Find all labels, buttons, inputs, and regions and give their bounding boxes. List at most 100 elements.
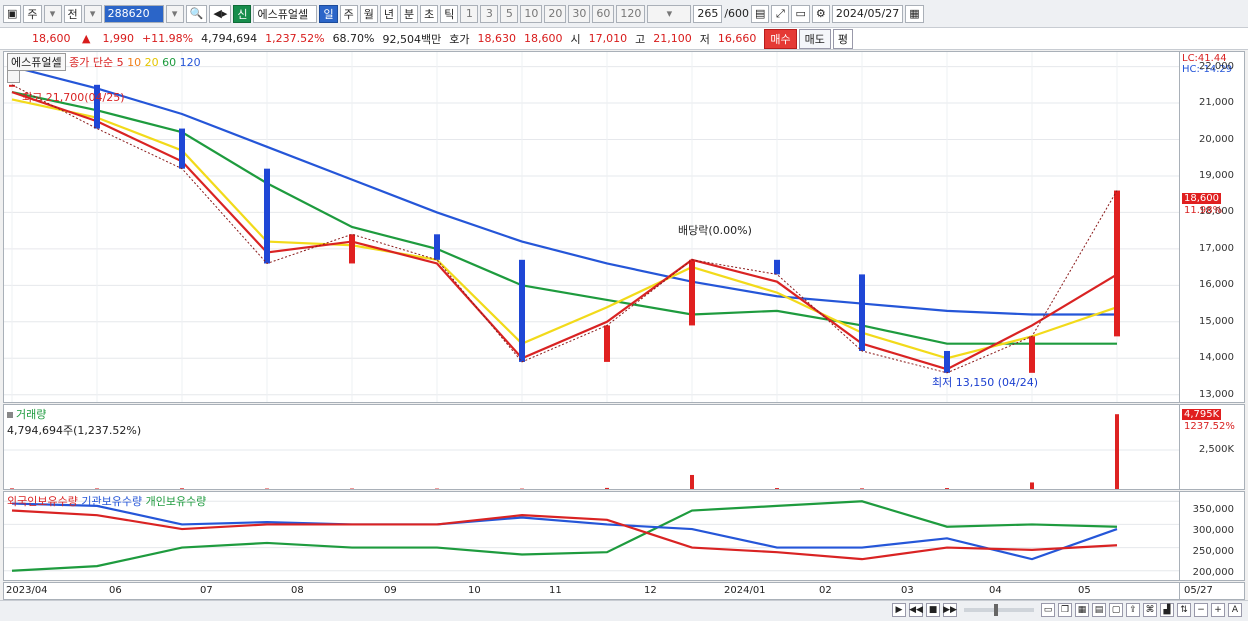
layout-icon[interactable]: ▦ (1075, 603, 1089, 617)
chart-nav: ▶ ◀◀ ■ ▶▶ ▭ ❐ ▦ ▤ ▢ ⇪ ⌘ ▟ ⇅ − + A (892, 603, 1242, 617)
buy-button[interactable]: 매수 (764, 28, 797, 49)
high-price: 21,100 (653, 32, 692, 45)
split-view-icon[interactable]: ▭ (1041, 603, 1055, 617)
xaxis-label: 10 (468, 585, 481, 596)
xaxis-label: 05 (1078, 585, 1091, 596)
volume-bar (860, 488, 864, 489)
period-day-tab[interactable]: 일 (319, 4, 338, 23)
period-year-tab[interactable]: 년 (379, 4, 398, 23)
volume-panel[interactable]: 거래량 4,794,694주(1,237.52%) (3, 404, 1180, 490)
price-candle (179, 128, 185, 169)
volume-legend: 거래량 4,794,694주(1,237.52%) (7, 406, 141, 438)
legend-ma10: 10 (127, 56, 142, 69)
price-candle (944, 350, 950, 373)
price-chart[interactable] (4, 52, 1179, 402)
low-price: 16,660 (717, 32, 757, 45)
ma-line-ma120 (11, 65, 1117, 316)
speaker-icon[interactable]: ◀▸ (209, 4, 232, 23)
chart-settings-icon[interactable]: ▣ (3, 4, 22, 23)
dropdown-icon[interactable]: ▾ (83, 4, 102, 23)
copy-icon[interactable]: ❐ (1058, 603, 1072, 617)
rewind-icon[interactable]: ◀◀ (909, 603, 923, 617)
price-ytick: 13,000 (1199, 388, 1234, 400)
volume-chart[interactable] (4, 405, 1179, 489)
period-ref-select[interactable]: 전 (63, 4, 82, 23)
zoom-out-icon[interactable]: − (1194, 603, 1208, 617)
fast-forward-icon[interactable]: ▶▶ (943, 603, 957, 617)
price-ytick: 20,000 (1199, 133, 1234, 145)
toggle-panel-icon[interactable] (7, 70, 20, 83)
interval-1[interactable]: 1 (460, 4, 479, 23)
text-size-icon[interactable]: A (1228, 603, 1242, 617)
bid-price: 18,600 (524, 32, 563, 45)
candle-type-icon[interactable]: ▤ (751, 4, 770, 23)
stock-code-input[interactable]: 288620 (103, 4, 164, 23)
balance-button[interactable]: 평 (832, 28, 853, 49)
volume-marker-icon (7, 412, 13, 418)
xaxis-label: 11 (549, 585, 562, 596)
period-week-tab[interactable]: 주 (339, 4, 358, 23)
price-candle (434, 234, 440, 260)
open-label: 시 (570, 32, 581, 46)
window-icon[interactable]: ▢ (1109, 603, 1123, 617)
period-tick-tab[interactable]: 틱 (440, 4, 459, 23)
scroll-right-icon[interactable]: ▶ (892, 603, 906, 617)
save-icon[interactable]: ▭ (791, 4, 810, 23)
interval-10[interactable]: 10 (520, 4, 543, 23)
price-ytick: 17,000 (1199, 242, 1234, 254)
holdings-ytick-300k: 300,000 (1192, 525, 1234, 536)
volume-bar (95, 488, 99, 489)
code-dropdown-icon[interactable]: ▾ (165, 4, 184, 23)
period-second-tab[interactable]: 초 (420, 4, 439, 23)
bottom-bar: ▶ ◀◀ ■ ▶▶ ▭ ❐ ▦ ▤ ▢ ⇪ ⌘ ▟ ⇅ − + A (0, 600, 1248, 621)
current-price: 18,600 ▲ (0, 32, 98, 45)
price-legend: 에스퓨얼셀 종가 단순 5 10 20 60 120 (7, 53, 201, 71)
interval-5[interactable]: 5 (500, 4, 519, 23)
grid-icon[interactable]: ▤ (1092, 603, 1106, 617)
price-candle (264, 168, 270, 264)
stop-icon[interactable]: ■ (926, 603, 940, 617)
draw-tool-icon[interactable]: ⤢ (771, 4, 790, 23)
x-axis-right: 05/27 (1180, 582, 1245, 600)
search-icon[interactable]: 🔍 (185, 4, 208, 23)
holdings-panel[interactable]: 외국인보유수량 기관보유수량 개인보유수량 (3, 491, 1180, 581)
data-count-field[interactable]: 265 (693, 4, 723, 23)
holdings-y-axis: 350,000 300,000 250,000 200,000 (1180, 491, 1245, 581)
data-count-total: /600 (724, 7, 750, 20)
zoom-slider[interactable] (964, 604, 1034, 616)
rate-tag: 11.98% (1184, 205, 1223, 216)
change-rate: +11.98% (141, 32, 194, 45)
interval-20[interactable]: 20 (544, 4, 567, 23)
volume-rate: 1,237.52% (265, 32, 325, 45)
export-icon[interactable]: ⇪ (1126, 603, 1140, 617)
ma-line-ma5 (11, 91, 1118, 371)
period-main-select[interactable]: 주 (23, 4, 42, 23)
stock-name-field[interactable]: 에스퓨얼셀 (253, 4, 318, 23)
date-input[interactable]: 2024/05/27 (831, 4, 904, 23)
price-chart-panel[interactable]: 에스퓨얼셀 종가 단순 5 10 20 60 120 최고 21,700(04/… (3, 51, 1180, 403)
open-price: 17,010 (588, 32, 628, 45)
price-candle (1114, 190, 1120, 337)
interval-120[interactable]: 120 (616, 4, 646, 23)
xaxis-label: 04 (989, 585, 1002, 596)
volume-title: 거래량 (16, 408, 47, 421)
volume-bar (10, 488, 14, 489)
volume-bar (775, 488, 779, 489)
ask-price: 18,630 (477, 32, 517, 45)
interval-3[interactable]: 3 (480, 4, 499, 23)
holdings-ytick-350k: 350,000 (1192, 504, 1234, 515)
interval-60[interactable]: 60 (592, 4, 615, 23)
clip-icon[interactable]: ⌘ (1143, 603, 1157, 617)
xaxis-label: 12 (644, 585, 657, 596)
sell-button[interactable]: 매도 (798, 28, 831, 49)
interval-30[interactable]: 30 (568, 4, 591, 23)
period-minute-tab[interactable]: 분 (399, 4, 419, 23)
chart-icon[interactable]: ▟ (1160, 603, 1174, 617)
zoom-in-icon[interactable]: + (1211, 603, 1225, 617)
interval-dropdown[interactable]: ▾ (647, 4, 692, 23)
calendar-icon[interactable]: ▦ (905, 4, 924, 23)
flip-icon[interactable]: ⇅ (1177, 603, 1191, 617)
dropdown-icon[interactable]: ▾ (43, 4, 62, 23)
gear-icon[interactable]: ⚙ (811, 4, 830, 23)
period-month-tab[interactable]: 월 (359, 4, 378, 23)
